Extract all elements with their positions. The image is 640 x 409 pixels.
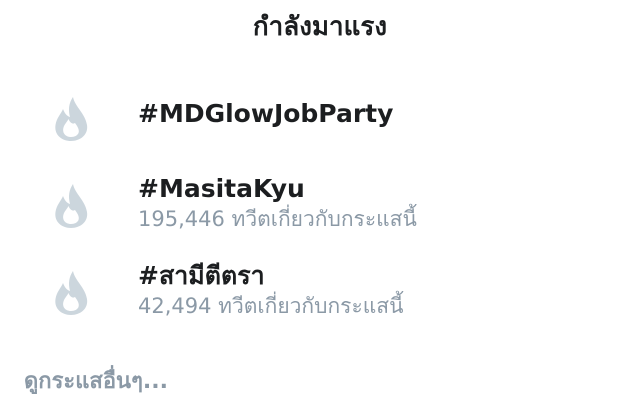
trend-name: #MDGlowJobParty bbox=[138, 99, 394, 128]
trend-list: #MDGlowJobParty #MasitaKyu 195,446 ทวีตเ… bbox=[0, 0, 640, 360]
trend-tweet-count: 195,446 ทวีตเกี่ยวกับกระแสนี้ bbox=[138, 207, 417, 231]
flame-icon bbox=[51, 182, 91, 230]
show-more-trends-link[interactable]: ดูกระแสอื่นๆ... bbox=[24, 367, 168, 397]
trend-tweet-count: 42,494 ทวีตเกี่ยวกับกระแสนี้ bbox=[138, 294, 404, 318]
trend-name: #สามีตีตรา bbox=[138, 261, 265, 290]
flame-icon bbox=[51, 269, 91, 317]
trend-name: #MasitaKyu bbox=[138, 174, 305, 203]
trend-item-masitakyu[interactable]: #MasitaKyu 195,446 ทวีตเกี่ยวกับกระแสนี้ bbox=[0, 165, 640, 245]
flame-icon bbox=[51, 95, 91, 143]
trend-item-mdglowjobparty[interactable]: #MDGlowJobParty bbox=[0, 78, 640, 158]
trend-item-samiteetra[interactable]: #สามีตีตรา 42,494 ทวีตเกี่ยวกับกระแสนี้ bbox=[0, 252, 640, 332]
